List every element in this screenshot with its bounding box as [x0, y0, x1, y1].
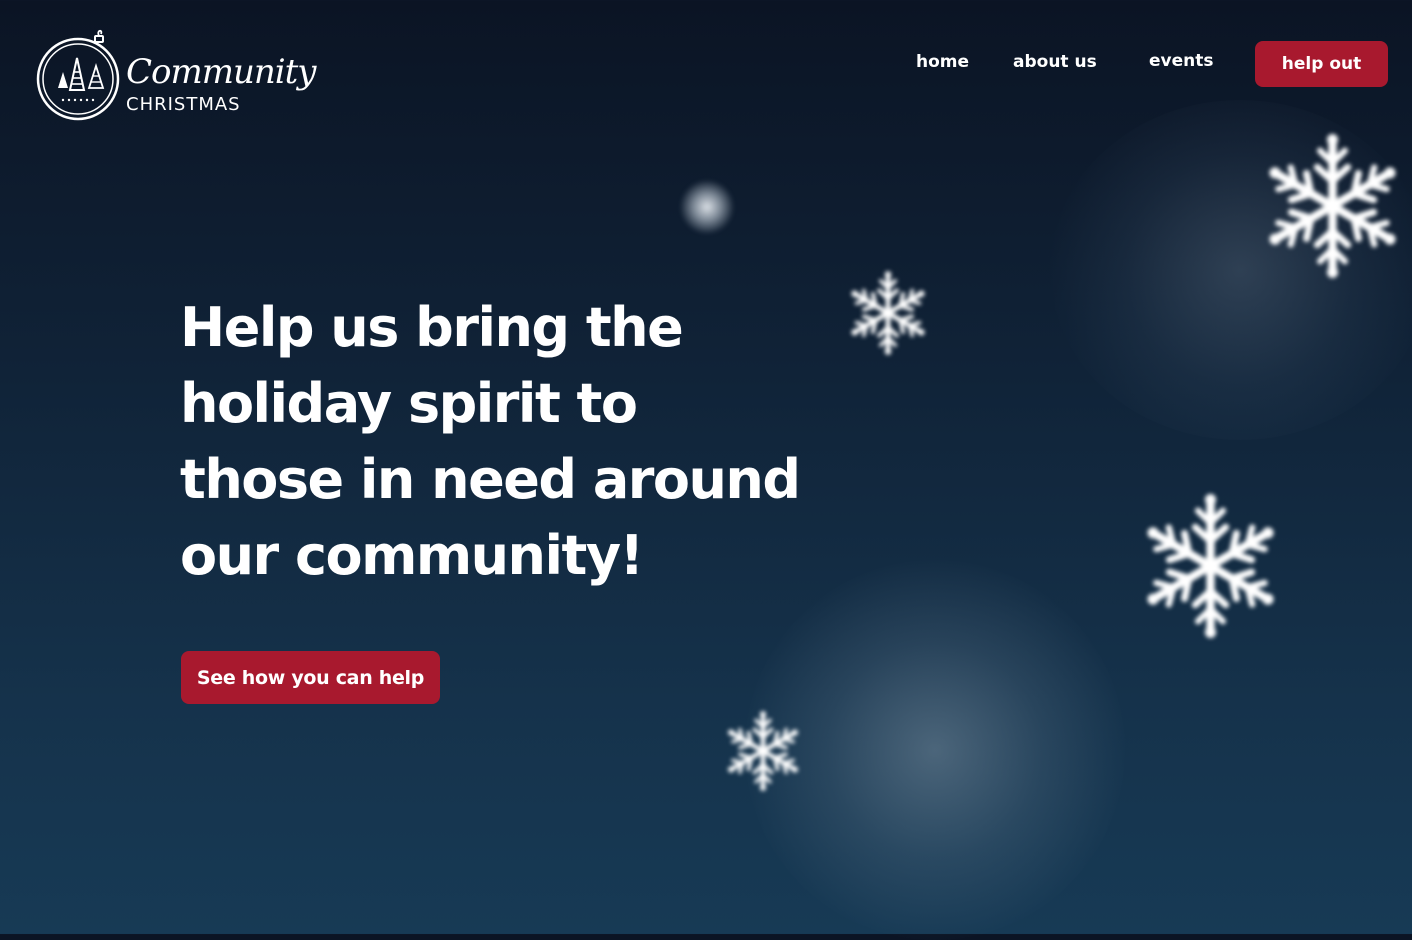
see-how-you-can-help-button[interactable]: See how you can help: [181, 651, 440, 704]
snowflake-icon: [720, 703, 806, 799]
logo-wordmark-script: Community: [126, 52, 317, 92]
logo-wordmark-caps: CHRISTMAS: [126, 94, 241, 115]
snowflake-icon: [1133, 480, 1288, 652]
site-logo[interactable]: Community CHRISTMAS: [36, 28, 317, 123]
snow-dot: [680, 180, 734, 234]
nav-link-home[interactable]: home: [916, 52, 969, 72]
help-out-button[interactable]: help out: [1255, 41, 1388, 87]
snowflake-icon: [1255, 120, 1410, 292]
nav-link-about-us[interactable]: about us: [1013, 52, 1097, 72]
snowflake-icon: [843, 263, 933, 363]
ornament-with-trees-icon: [36, 29, 120, 121]
nav-link-events[interactable]: events: [1149, 51, 1214, 71]
hero-headline: Help us bring the holiday spirit to thos…: [180, 296, 801, 587]
